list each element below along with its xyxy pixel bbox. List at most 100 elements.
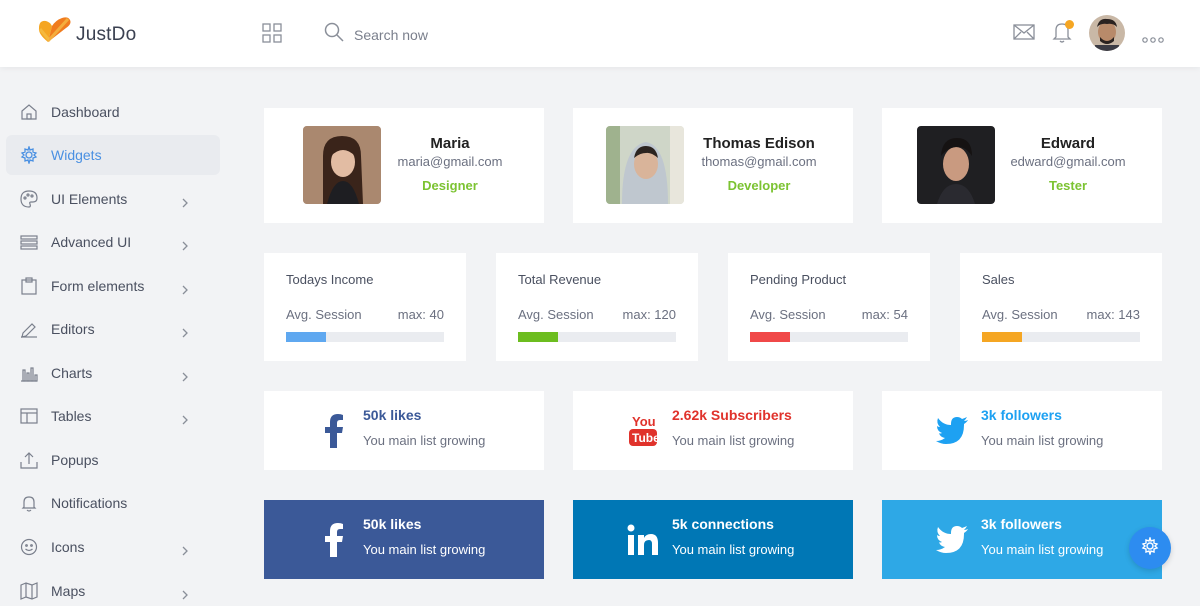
stat-card-sales: Sales Avg. Session max: 143 bbox=[960, 253, 1162, 361]
social-title: 3k followers bbox=[981, 407, 1062, 423]
facebook-icon bbox=[314, 411, 354, 451]
apps-grid-icon[interactable] bbox=[262, 23, 282, 43]
sidebar-item-label: Widgets bbox=[51, 147, 102, 163]
profile-name: Edward bbox=[1040, 135, 1096, 152]
mail-icon[interactable] bbox=[1013, 22, 1035, 47]
user-avatar[interactable] bbox=[1089, 15, 1125, 51]
sidebar-item-widgets[interactable]: Widgets bbox=[6, 135, 220, 175]
chevron-right-icon bbox=[181, 369, 189, 382]
sidebar-item-ui-elements[interactable]: UI Elements bbox=[6, 179, 220, 219]
sidebar-item-popups[interactable]: Popups bbox=[6, 440, 220, 480]
pencil-icon bbox=[20, 320, 38, 338]
social-card-twitter-filled[interactable]: 3k followers You main list growing bbox=[882, 500, 1162, 579]
sidebar-item-label: Advanced UI bbox=[51, 234, 132, 250]
sidebar-item-icons[interactable]: Icons bbox=[6, 527, 220, 567]
facebook-icon bbox=[314, 520, 354, 560]
table-icon bbox=[20, 407, 38, 425]
search-input[interactable] bbox=[354, 26, 514, 43]
youtube-icon: You Tube bbox=[623, 411, 663, 451]
sidebar: Dashboard Widgets UI Elements Advanced U… bbox=[0, 67, 232, 606]
layers-icon bbox=[20, 233, 38, 251]
chevron-right-icon bbox=[181, 238, 189, 251]
sidebar-item-advanced-ui[interactable]: Advanced UI bbox=[6, 222, 220, 262]
logo[interactable]: JustDo bbox=[36, 16, 136, 53]
progress-bar bbox=[750, 332, 908, 342]
social-card-facebook-filled[interactable]: 50k likes You main list growing bbox=[264, 500, 544, 579]
sidebar-item-label: Dashboard bbox=[51, 104, 120, 120]
progress-fill bbox=[750, 332, 790, 342]
home-icon bbox=[20, 103, 38, 121]
social-card-linkedin-filled[interactable]: 5k connections You main list growing bbox=[573, 500, 853, 579]
profile-role: Designer bbox=[422, 178, 478, 193]
progress-bar bbox=[982, 332, 1140, 342]
profile-name: Maria bbox=[430, 135, 470, 152]
sidebar-item-editors[interactable]: Editors bbox=[6, 309, 220, 349]
sidebar-item-label: Editors bbox=[51, 321, 95, 337]
svg-text:You: You bbox=[632, 414, 656, 429]
profile-name: Thomas Edison bbox=[703, 135, 815, 152]
clipboard-icon bbox=[20, 277, 38, 295]
sidebar-item-tables[interactable]: Tables bbox=[6, 396, 220, 436]
sidebar-item-label: UI Elements bbox=[51, 191, 128, 207]
chevron-right-icon bbox=[181, 282, 189, 295]
profile-email: maria@gmail.com bbox=[397, 154, 503, 169]
progress-fill bbox=[286, 332, 326, 342]
twitter-icon bbox=[932, 411, 972, 451]
settings-fab-button[interactable] bbox=[1129, 527, 1171, 569]
chevron-right-icon bbox=[181, 587, 189, 600]
bar-chart-icon bbox=[20, 364, 38, 382]
progress-fill bbox=[982, 332, 1022, 342]
profile-photo bbox=[303, 126, 381, 204]
stat-title: Todays Income bbox=[286, 272, 374, 287]
bell-icon bbox=[20, 494, 38, 512]
search-icon[interactable] bbox=[324, 22, 344, 47]
stat-avg-label: Avg. Session bbox=[750, 307, 826, 322]
sidebar-item-label: Popups bbox=[51, 452, 99, 468]
search-bar bbox=[324, 22, 514, 47]
social-card-facebook[interactable]: 50k likes You main list growing bbox=[264, 391, 544, 470]
chevron-right-icon bbox=[181, 195, 189, 208]
svg-text:Tube: Tube bbox=[632, 431, 658, 445]
sidebar-item-label: Form elements bbox=[51, 278, 145, 294]
profile-role: Developer bbox=[727, 178, 791, 193]
stat-avg-label: Avg. Session bbox=[982, 307, 1058, 322]
profile-card-edward[interactable]: Edward edward@gmail.com Tester bbox=[882, 108, 1162, 223]
progress-bar bbox=[286, 332, 444, 342]
social-subtitle: You main list growing bbox=[363, 433, 486, 448]
stat-avg-label: Avg. Session bbox=[286, 307, 362, 322]
sidebar-item-charts[interactable]: Charts bbox=[6, 353, 220, 393]
sidebar-item-form-elements[interactable]: Form elements bbox=[6, 266, 220, 306]
social-title: 2.62k Subscribers bbox=[672, 407, 792, 423]
stat-card-pending: Pending Product Avg. Session max: 54 bbox=[728, 253, 930, 361]
logo-text: JustDo bbox=[76, 23, 137, 45]
stat-card-income: Todays Income Avg. Session max: 40 bbox=[264, 253, 466, 361]
stat-title: Total Revenue bbox=[518, 272, 602, 287]
palette-icon bbox=[20, 190, 38, 208]
top-header: JustDo bbox=[0, 0, 1200, 67]
stat-max-value: max: 40 bbox=[397, 307, 444, 322]
progress-fill bbox=[518, 332, 558, 342]
upload-icon bbox=[20, 451, 38, 469]
sidebar-item-maps[interactable]: Maps bbox=[6, 571, 220, 606]
sidebar-item-dashboard[interactable]: Dashboard bbox=[6, 92, 220, 132]
profile-card-maria[interactable]: Maria maria@gmail.com Designer bbox=[264, 108, 544, 223]
profile-email: edward@gmail.com bbox=[1010, 154, 1126, 169]
social-card-youtube[interactable]: You Tube 2.62k Subscribers You main list… bbox=[573, 391, 853, 470]
gear-icon bbox=[20, 146, 38, 164]
social-subtitle: You main list growing bbox=[981, 433, 1104, 448]
social-title: 50k likes bbox=[363, 407, 422, 423]
social-title: 3k followers bbox=[981, 516, 1062, 532]
progress-bar bbox=[518, 332, 676, 342]
sidebar-item-label: Charts bbox=[51, 365, 93, 381]
social-title: 50k likes bbox=[363, 516, 422, 532]
sidebar-item-label: Tables bbox=[51, 408, 92, 424]
smiley-icon bbox=[20, 538, 38, 556]
stat-avg-label: Avg. Session bbox=[518, 307, 594, 322]
chevron-right-icon bbox=[181, 543, 189, 556]
sidebar-item-notifications[interactable]: Notifications bbox=[6, 483, 220, 523]
profile-card-thomas[interactable]: Thomas Edison thomas@gmail.com Developer bbox=[573, 108, 853, 223]
chevron-right-icon bbox=[181, 325, 189, 338]
more-options-icon[interactable] bbox=[1142, 30, 1164, 48]
social-card-twitter[interactable]: 3k followers You main list growing bbox=[882, 391, 1162, 470]
social-subtitle: You main list growing bbox=[672, 542, 795, 557]
